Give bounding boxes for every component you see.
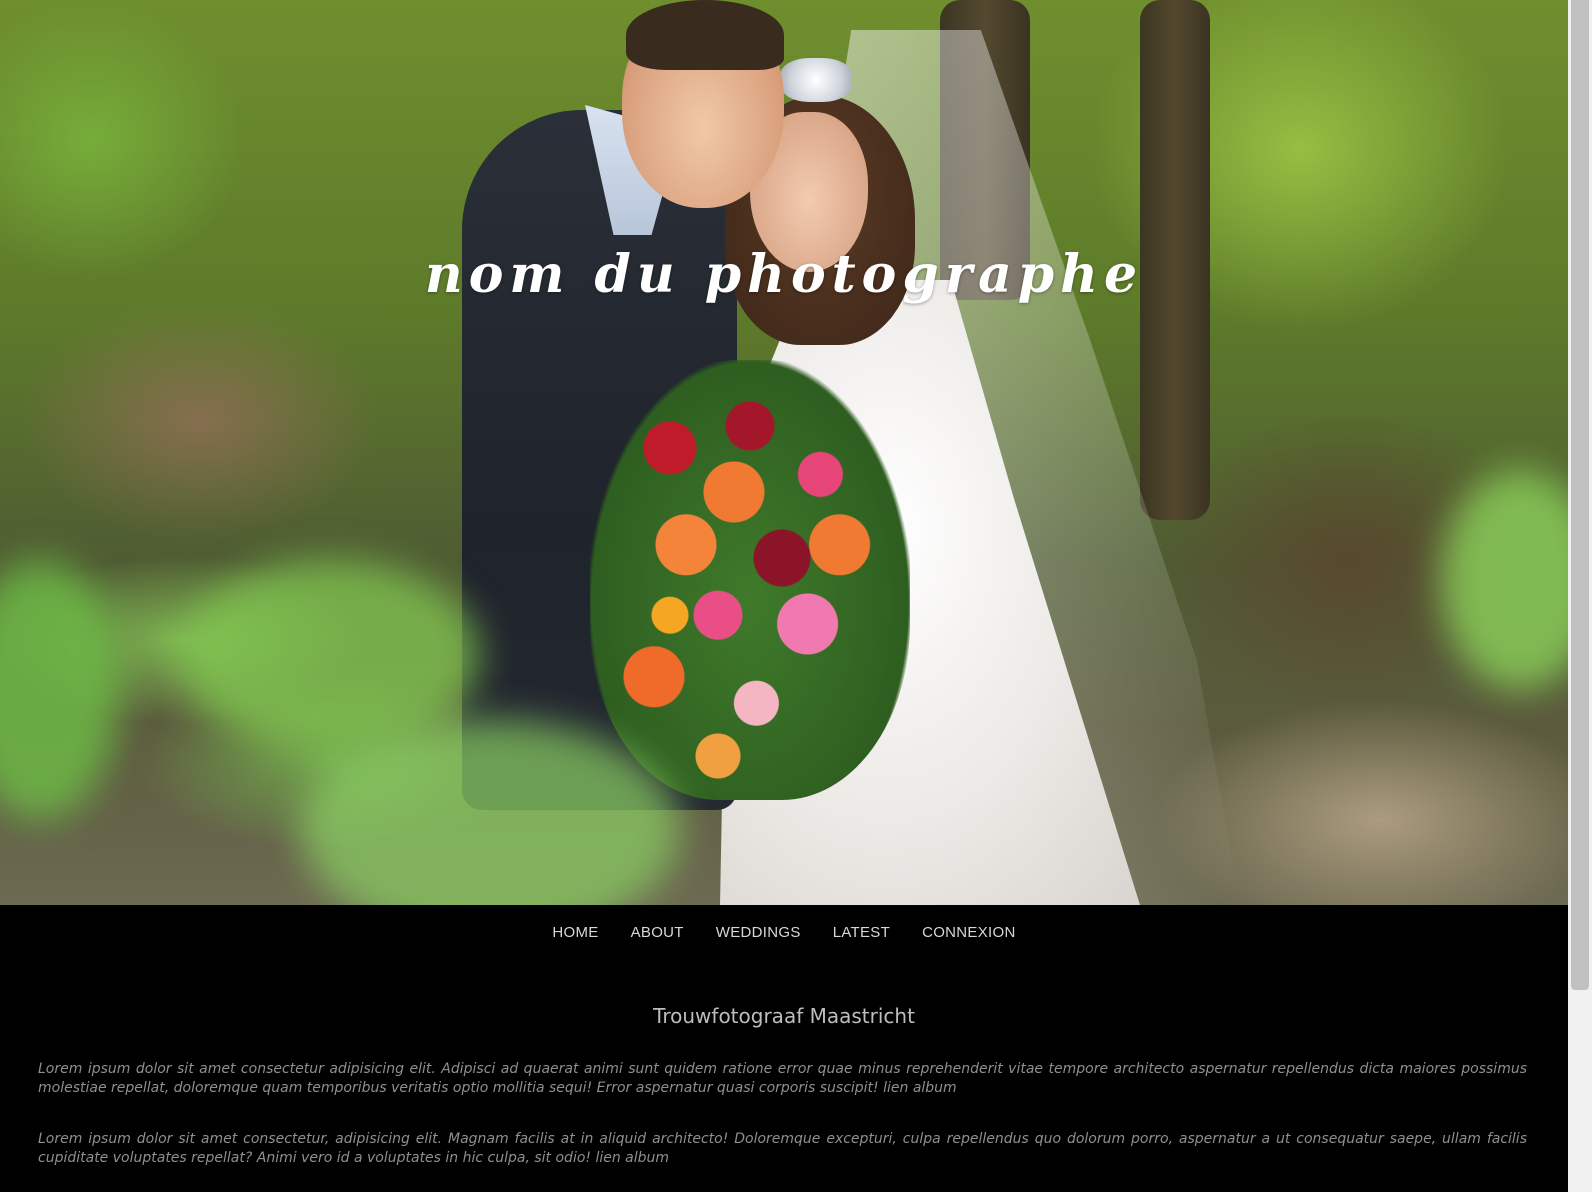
intro-paragraph: Lorem ipsum dolor sit amet consectetur a… bbox=[38, 1061, 1527, 1096]
nav-link-home[interactable]: HOME bbox=[536, 924, 614, 941]
groom-hair bbox=[626, 0, 784, 70]
scrollbar-thumb[interactable] bbox=[1571, 0, 1589, 990]
intro-paragraph: Lorem ipsum dolor sit amet consectetur, … bbox=[38, 1131, 1527, 1166]
nav-link-weddings[interactable]: WEDDINGS bbox=[700, 924, 817, 941]
main-nav: HOME ABOUT WEDDINGS LATEST CONNEXION bbox=[0, 905, 1568, 960]
foreground-leaf bbox=[0, 560, 120, 820]
flower-bouquet bbox=[590, 360, 910, 800]
tiara bbox=[780, 58, 852, 102]
foreground-leaf bbox=[1440, 470, 1568, 690]
nav-link-latest[interactable]: LATEST bbox=[817, 924, 906, 941]
foreground-leaf bbox=[180, 560, 480, 750]
hero-image: nom du photographe bbox=[0, 0, 1568, 905]
section-heading: Trouwfotograaf Maastricht bbox=[653, 1004, 915, 1028]
page: nom du photographe HOME ABOUT WEDDINGS L… bbox=[0, 0, 1592, 1192]
site-title: nom du photographe bbox=[424, 244, 1144, 305]
nav-link-about[interactable]: ABOUT bbox=[615, 924, 700, 941]
nav-link-connexion[interactable]: CONNEXION bbox=[906, 924, 1032, 941]
